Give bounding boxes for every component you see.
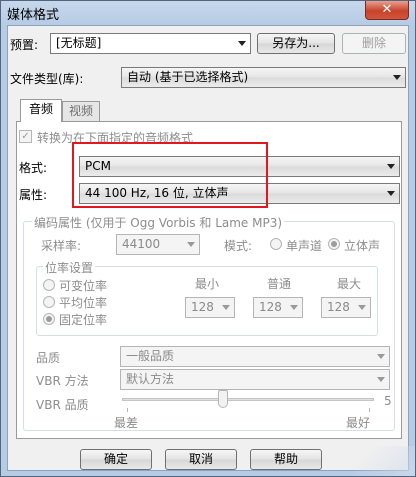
preset-label: 预置: [10,38,39,52]
bitrate-vbr-label: 可变位率 [59,279,108,293]
chevron-down-icon [377,377,385,382]
bitrate-vbr-radio[interactable] [43,279,55,291]
mode-stereo-label: 立体声 [344,239,381,253]
chevron-down-icon [238,41,246,46]
bitrate-group-title: 位率设置 [43,259,96,276]
preset-select[interactable]: [无标题] [50,33,251,54]
encoding-group: 编码属性 (仅用于 Ogg Vorbis 和 Lame MP3) 采样率: 44… [23,214,395,431]
close-button[interactable]: ✕ [365,1,409,20]
vbr-quality-label: VBR 品质 [36,398,89,412]
chevron-down-icon [393,75,401,80]
vbr-quality-thumb[interactable] [217,390,228,408]
vbr-quality-max: 5 [384,394,392,408]
bitrate-group: 位率设置 可变位率 平均位率 固定位率 最小 普通 最大 128 128 128 [36,259,378,336]
filetype-label: 文件类型(库): [10,72,84,86]
max-label: 最大 [337,277,362,291]
quality-label: 品质 [36,351,61,365]
min-bitrate-value: 128 [191,300,214,314]
help-button[interactable]: 帮助 [250,449,322,470]
bitrate-avg-label: 平均位率 [59,296,108,310]
delete-button[interactable]: 删除 [342,33,406,54]
chevron-down-icon [387,164,395,169]
preset-value: [无标题] [56,36,102,50]
tab-video[interactable]: 视频 [62,101,100,122]
samplerate-select[interactable]: 44100 [116,234,200,255]
vbr-method-value: 默认方法 [126,372,175,386]
max-bitrate-select[interactable]: 128 [321,297,371,318]
vbr-quality-track[interactable] [122,398,374,401]
filetype-select[interactable]: 自动 (基于已选择格式) [121,67,406,88]
chevron-down-icon [187,242,195,247]
chevron-down-icon [358,305,366,310]
best-label: 最好 [346,416,371,430]
worst-label: 最差 [114,416,139,430]
tab-audio[interactable]: 音频 [20,99,62,122]
vbr-method-select[interactable]: 默认方法 [120,369,390,390]
samplerate-label: 采样率: [41,239,82,253]
slider-tick [369,408,370,412]
title-bar[interactable]: 媒体格式 ✕ [1,1,415,25]
slider-tick [127,408,128,412]
bitrate-avg-radio[interactable] [43,296,55,308]
mode-mono-label: 单声道 [286,239,323,253]
ok-button[interactable]: 确定 [80,449,152,470]
dialog-client: 预置: [无标题] 另存为... 删除 文件类型(库): 自动 (基于已选择格式… [7,25,409,471]
format-label: 格式: [19,161,48,175]
vbr-method-label: VBR 方法 [36,374,89,388]
chevron-down-icon [377,354,385,359]
bitrate-const-label: 固定位率 [59,313,108,327]
normal-bitrate-value: 128 [259,300,282,314]
min-label: 最小 [195,277,220,291]
cancel-button[interactable]: 取消 [165,449,237,470]
quality-select[interactable]: 一般品质 [120,346,390,367]
encoding-group-title: 编码属性 (仅用于 Ogg Vorbis 和 Lame MP3) [32,214,285,231]
normal-label: 普通 [267,277,292,291]
watermark [355,446,415,476]
chevron-down-icon [222,305,230,310]
media-format-dialog: 媒体格式 ✕ 预置: [无标题] 另存为... 删除 文件类型(库): 自动 (… [0,0,416,477]
quality-value: 一般品质 [126,349,175,363]
chevron-down-icon [290,305,298,310]
mode-mono-radio[interactable] [270,238,282,250]
normal-bitrate-select[interactable]: 128 [253,297,303,318]
attributes-label: 属性: [19,188,48,202]
mode-stereo-radio[interactable] [328,238,340,250]
window-title: 媒体格式 [7,8,60,23]
mode-label: 模式: [224,239,253,253]
max-bitrate-value: 128 [327,300,350,314]
filetype-value: 自动 (基于已选择格式) [127,70,249,84]
chevron-down-icon [387,191,395,196]
save-as-button[interactable]: 另存为... [257,33,335,54]
samplerate-value: 44100 [122,237,161,251]
bitrate-const-radio[interactable] [43,313,55,325]
audio-panel: ✓ 转换为在下面指定的音频格式 格式: PCM 属性: 44 100 Hz, 1… [16,121,402,439]
highlight-box [72,142,268,208]
convert-checkbox[interactable]: ✓ [19,130,32,143]
min-bitrate-select[interactable]: 128 [185,297,235,318]
